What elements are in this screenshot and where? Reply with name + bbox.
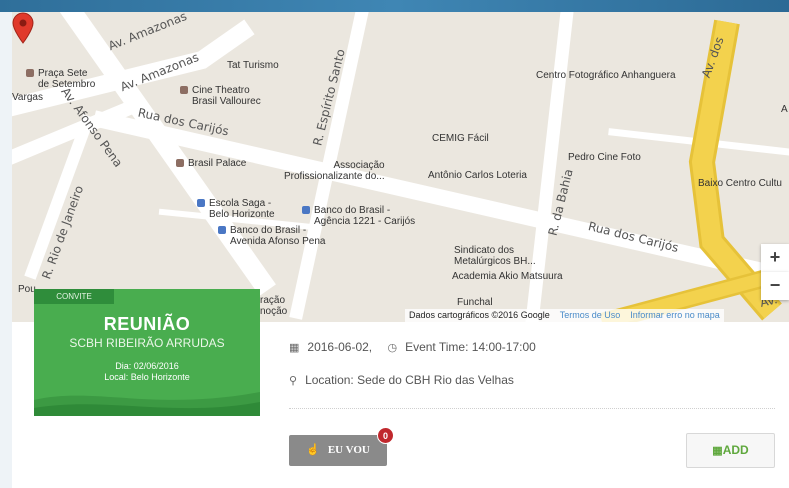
add-label: ADD (722, 443, 749, 457)
place-label: Pedro Cine Foto (568, 152, 641, 163)
zoom-in-button[interactable]: + (761, 244, 789, 272)
map-streets (12, 12, 789, 322)
place-label: Escola Saga - Belo Horizonte (209, 198, 275, 220)
place-label: Banco do Brasil - Avenida Afonso Pena (230, 225, 326, 247)
bank-icon (302, 206, 310, 215)
place-cine-theatro: Cine Theatro Brasil Vallourec (180, 85, 261, 107)
poi-icon (197, 199, 205, 208)
place-label: Funchal (457, 297, 493, 308)
attribution-text: Dados cartográficos ©2016 Google (409, 310, 550, 320)
place-label: Vargas (12, 92, 43, 103)
place-associacao: Associação Profissionalizante do... (284, 160, 385, 182)
place-escola-saga: Escola Saga - Belo Horizonte (197, 198, 275, 220)
invite-tag: CONVITE (34, 289, 114, 304)
report-error-link[interactable]: Informar erro no mapa (630, 310, 720, 320)
place-label: Tat Turismo (227, 60, 279, 71)
clock-icon: ◷ (387, 342, 398, 354)
place-sindicato: Sindicato dos Metalúrgicos BH... (454, 245, 536, 267)
add-to-calendar-button[interactable]: ▦ADD (686, 433, 775, 468)
invite-info: Dia: 02/06/2016 Local: Belo Horizonte (34, 361, 260, 383)
event-map[interactable]: Av. Amazonas Av. Amazonas Av. Afonso Pen… (12, 12, 789, 322)
place-antonio-carlos: Antônio Carlos Loteria (428, 170, 527, 181)
calendar-icon: ▦ (289, 342, 300, 354)
event-date: 2016-06-02, (307, 340, 373, 354)
map-attribution: Dados cartográficos ©2016 Google Termos d… (405, 309, 724, 322)
invite-date: Dia: 02/06/2016 (115, 361, 179, 371)
event-time: Event Time: 14:00-17:00 (405, 340, 536, 354)
event-card: Av. Amazonas Av. Amazonas Av. Afonso Pen… (12, 12, 789, 488)
place-pedro-cine: Pedro Cine Foto (568, 152, 641, 163)
map-pin-icon[interactable] (12, 12, 34, 44)
top-bar (0, 0, 789, 12)
divider (289, 408, 775, 409)
thumbs-up-icon: ☝ (306, 444, 320, 456)
place-cemig: CEMIG Fácil (432, 133, 489, 144)
place-banco-afonso: Banco do Brasil - Avenida Afonso Pena (218, 225, 325, 247)
place-label: Praça Sete de Setembro (38, 68, 96, 90)
place-academia: Academia Akio Matsuura (452, 271, 563, 282)
calendar-add-icon: ▦ (712, 445, 723, 457)
invite-wave-decoration (34, 392, 260, 416)
going-count-badge: 0 (377, 427, 394, 444)
invitation-image: CONVITE REUNIÃO SCBH RIBEIRÃO ARRUDAS Di… (34, 289, 260, 416)
event-location-row: ⚲ Location: Sede do CBH Rio das Velhas (289, 373, 514, 387)
zoom-out-button[interactable]: − (761, 272, 789, 300)
bank-icon (218, 226, 226, 235)
place-label: Cine Theatro Brasil Vallourec (192, 85, 261, 107)
terms-link[interactable]: Termos de Uso (560, 310, 621, 320)
place-baixo-centro: Baixo Centro Cultu (698, 178, 782, 189)
place-label: Antônio Carlos Loteria (428, 170, 527, 181)
place-label: Anhanguera (621, 70, 676, 81)
invite-subtitle: SCBH RIBEIRÃO ARRUDAS (69, 336, 225, 350)
place-tat-turismo: Tat Turismo (227, 60, 279, 71)
event-location: Location: Sede do CBH Rio das Velhas (305, 373, 514, 387)
invite-title: REUNIÃO (103, 314, 191, 334)
place-praca-sete: Praça Sete de Setembro (26, 68, 95, 90)
place-label: Centro Fotográfico (536, 70, 619, 81)
place-banco-carijos: Banco do Brasil - Agência 1221 - Carijós (302, 205, 415, 227)
event-date-time: ▦ 2016-06-02, ◷ Event Time: 14:00-17:00 (289, 340, 536, 354)
map-marker-icon: ⚲ (289, 375, 298, 387)
going-label: EU VOU (327, 444, 370, 456)
place-label: A (781, 104, 788, 115)
place-brasil-palace: Brasil Palace (176, 158, 246, 169)
place-racao: ração noção (260, 295, 287, 317)
place-label: Sindicato dos Metalúrgicos BH... (454, 245, 536, 267)
poi-icon (176, 159, 184, 168)
place-centro-foto: Centro Fotográfico Anhanguera (536, 70, 676, 81)
poi-icon (26, 69, 34, 78)
place-label: Baixo Centro Cultu (698, 178, 782, 189)
place-label: Academia Akio Matsuura (452, 271, 563, 282)
place-label: Brasil Palace (188, 158, 247, 169)
poi-icon (180, 86, 188, 95)
place-label: Banco do Brasil - Agência 1221 - Carijós (314, 205, 416, 227)
going-button[interactable]: ☝ EU VOU (289, 435, 387, 466)
place-label: CEMIG Fácil (432, 133, 489, 144)
place-label: Associação Profissionalizante do... (284, 160, 385, 182)
place-label: ração noção (260, 295, 288, 317)
place-funchal: Funchal (457, 297, 493, 308)
